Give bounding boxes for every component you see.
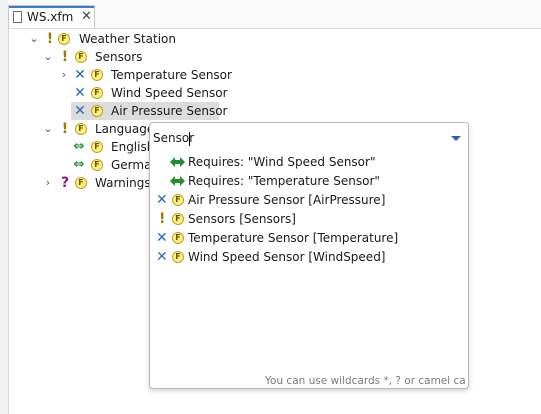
tree-item-label: Sensors xyxy=(95,50,143,64)
exclamation-icon: ! xyxy=(46,31,54,47)
search-hint: You can use wildcards *, ? or camel case xyxy=(265,375,465,387)
tree-item-temperature-sensor[interactable]: › ✕ F Temperature Sensor xyxy=(0,66,300,84)
list-item[interactable]: ✕ F Wind Speed Sensor [WindSpeed] xyxy=(150,248,466,267)
chevron-down-icon[interactable] xyxy=(449,130,463,146)
x-mark-icon: ✕ xyxy=(156,230,168,246)
feature-icon: F xyxy=(58,33,70,45)
chevron-down-icon[interactable]: ⌄ xyxy=(42,120,54,138)
feature-icon: F xyxy=(91,141,103,153)
list-item-label: Requires: "Temperature Sensor" xyxy=(188,174,380,188)
feature-icon: F xyxy=(172,213,184,225)
alternative-arrows-icon: ⇔ xyxy=(73,157,85,172)
chevron-right-icon[interactable]: › xyxy=(42,174,54,192)
feature-icon: F xyxy=(91,159,103,171)
tree-item-sensors[interactable]: ⌄ ! F Sensors xyxy=(0,48,300,66)
exclamation-icon: ! xyxy=(61,121,69,137)
tree-item-label: Temperature Sensor xyxy=(111,68,232,82)
question-icon: ? xyxy=(60,175,70,191)
x-mark-icon: ✕ xyxy=(156,249,168,265)
tab-bar-divider xyxy=(8,28,541,29)
tree-item-label: Warnings xyxy=(95,176,151,190)
tab-title: WS.xfm xyxy=(27,10,74,24)
tree-item-label: Weather Station xyxy=(79,32,177,46)
exclamation-icon: ! xyxy=(159,211,166,227)
feature-search-popup: Sensor Requires: "Wind Speed Sensor" Req… xyxy=(149,122,469,389)
alternative-arrows-icon: ⇔ xyxy=(73,139,85,154)
x-mark-icon: ✕ xyxy=(74,103,86,119)
tree-item-wind-speed-sensor[interactable]: ✕ F Wind Speed Sensor xyxy=(0,84,300,102)
x-mark-icon: ✕ xyxy=(74,67,86,83)
chevron-down-icon[interactable]: ⌄ xyxy=(28,30,40,48)
list-item-label: Temperature Sensor [Temperature] xyxy=(188,231,399,245)
tree-item-languages[interactable]: ⌄ ! F Languages xyxy=(0,120,160,138)
chevron-down-icon[interactable]: ⌄ xyxy=(42,48,54,66)
chevron-right-icon[interactable]: › xyxy=(58,66,70,84)
search-input-value: Sensor xyxy=(153,131,195,145)
feature-icon: F xyxy=(75,123,87,135)
search-input[interactable]: Sensor xyxy=(150,128,466,150)
feature-icon: F xyxy=(91,105,103,117)
active-tab-indicator xyxy=(9,6,94,8)
feature-icon: F xyxy=(172,194,184,206)
tree-item-english[interactable]: ⇔ F English xyxy=(0,138,155,156)
tree-item-label: English xyxy=(111,140,155,154)
feature-icon: F xyxy=(91,87,103,99)
feature-icon: F xyxy=(75,51,87,63)
text-caret xyxy=(189,132,190,146)
tree-item-label: Wind Speed Sensor xyxy=(111,86,228,100)
x-mark-icon: ✕ xyxy=(74,85,86,101)
tree-item-label: Air Pressure Sensor xyxy=(111,104,228,118)
list-item-label: Requires: "Wind Speed Sensor" xyxy=(188,155,376,169)
close-icon[interactable]: ✕ xyxy=(81,9,92,24)
feature-icon: F xyxy=(91,69,103,81)
list-item-label: Wind Speed Sensor [WindSpeed] xyxy=(188,250,386,264)
requires-arrow-icon xyxy=(170,176,185,186)
tab-ws-xfm[interactable]: WS.xfm ✕ xyxy=(8,5,95,28)
exclamation-icon: ! xyxy=(61,49,69,65)
list-item[interactable]: Requires: "Temperature Sensor" xyxy=(150,172,466,191)
list-item[interactable]: ! F Sensors [Sensors] xyxy=(150,210,466,229)
requires-arrow-icon xyxy=(170,157,185,167)
list-item[interactable]: ✕ F Air Pressure Sensor [AirPressure] xyxy=(150,191,466,210)
file-icon xyxy=(13,11,22,23)
list-item-label: Sensors [Sensors] xyxy=(188,212,296,226)
feature-icon: F xyxy=(172,232,184,244)
list-item[interactable]: Requires: "Wind Speed Sensor" xyxy=(150,153,466,172)
list-item-label: Air Pressure Sensor [AirPressure] xyxy=(188,193,386,207)
feature-icon: F xyxy=(75,177,87,189)
tree-item-air-pressure-sensor[interactable]: ✕ F Air Pressure Sensor xyxy=(0,102,300,120)
x-mark-icon: ✕ xyxy=(156,192,168,208)
feature-icon: F xyxy=(172,251,184,263)
tree-item-warnings[interactable]: › ? F Warnings xyxy=(0,174,151,192)
list-item[interactable]: ✕ F Temperature Sensor [Temperature] xyxy=(150,229,466,248)
tree-item-weather-station[interactable]: ⌄ ! F Weather Station xyxy=(0,30,300,48)
tree-item-german[interactable]: ⇔ F German xyxy=(0,156,160,174)
